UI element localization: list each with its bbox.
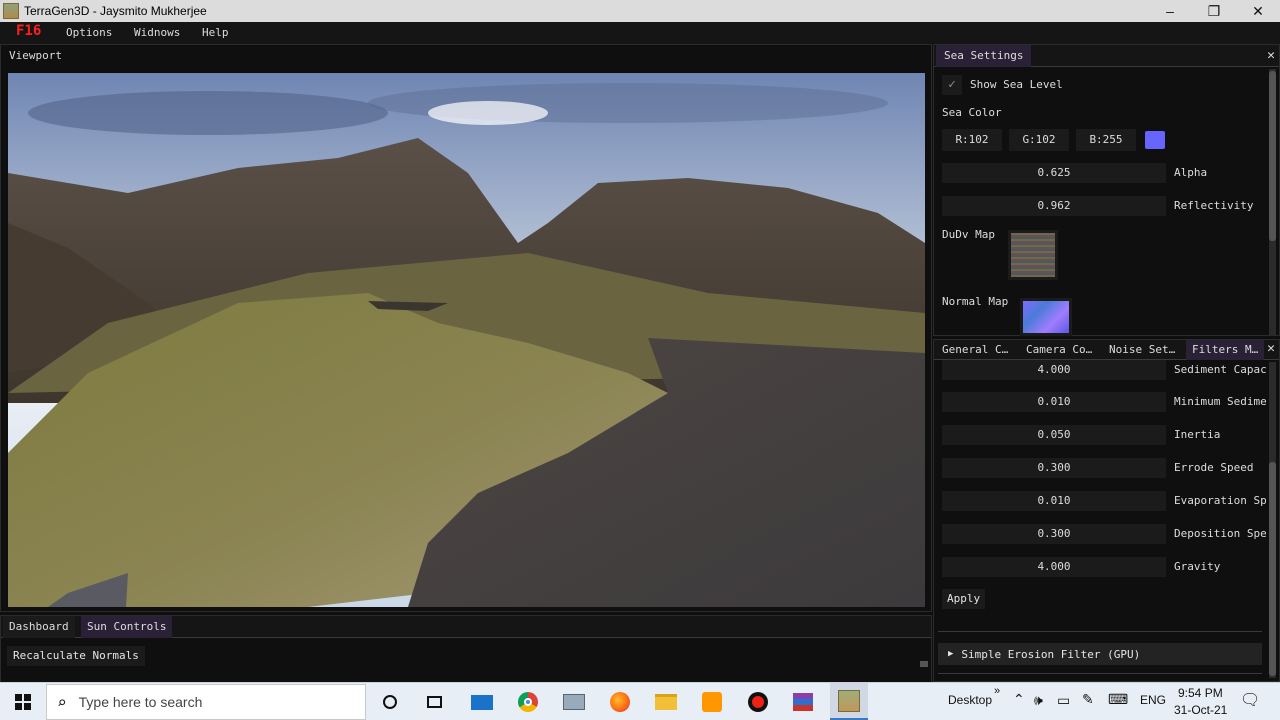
task-view-icon[interactable] bbox=[421, 689, 447, 715]
deposition-speed-label: Deposition Spe bbox=[1174, 527, 1266, 540]
resize-grip[interactable] bbox=[920, 661, 928, 667]
dudv-map-image[interactable] bbox=[1008, 230, 1058, 280]
alpha-label: Alpha bbox=[1174, 166, 1208, 179]
sea-color-b[interactable]: B:255 bbox=[1076, 129, 1136, 151]
gravity-slider[interactable]: 4.000 bbox=[942, 557, 1166, 577]
start-button[interactable] bbox=[8, 689, 38, 715]
terragen3d-taskbar-icon[interactable] bbox=[830, 683, 868, 720]
sediment-capacity-label: Sediment Capac bbox=[1174, 363, 1266, 376]
minimum-sediment-label: Minimum Sedime bbox=[1174, 395, 1266, 408]
tab-camera-controls[interactable]: Camera Co… bbox=[1020, 340, 1098, 360]
clock-time[interactable]: 9:54 PM bbox=[1178, 686, 1223, 700]
winrar-icon[interactable] bbox=[790, 689, 816, 715]
normal-map-label: Normal Map bbox=[942, 295, 1009, 308]
toolbar-chevron-icon[interactable]: » bbox=[994, 685, 1000, 697]
sea-color-swatch[interactable] bbox=[1145, 131, 1165, 149]
menu-help[interactable]: Help bbox=[202, 26, 229, 39]
restore-button[interactable]: ❐ bbox=[1192, 0, 1236, 22]
volume-icon[interactable]: 🕪 bbox=[1034, 692, 1043, 709]
menu-windows[interactable]: Widnows bbox=[134, 26, 180, 39]
computer-icon[interactable] bbox=[561, 689, 587, 715]
show-sea-level-checkbox[interactable]: ✓ bbox=[942, 75, 962, 95]
tab-filters-manager[interactable]: Filters M… bbox=[1186, 340, 1265, 360]
normal-map-image[interactable] bbox=[1020, 298, 1072, 336]
recalculate-normals-button[interactable]: Recalculate Normals bbox=[7, 646, 145, 666]
dudv-map-label: DuDv Map bbox=[942, 228, 995, 241]
reflectivity-label: Reflectivity bbox=[1174, 199, 1254, 212]
file-explorer-icon[interactable] bbox=[653, 689, 679, 715]
filters-panel: General C… Camera Co… Noise Set… Filters… bbox=[933, 339, 1280, 682]
firefox-icon[interactable] bbox=[607, 689, 633, 715]
title-bar: TerraGen3D - Jaysmito Mukherjee – ❐ ✕ bbox=[0, 0, 1280, 22]
close-icon[interactable]: ✕ bbox=[1267, 341, 1275, 356]
alpha-slider[interactable]: 0.625 bbox=[942, 163, 1166, 183]
dashboard-panel: Dashboard Sun Controls Recalculate Norma… bbox=[0, 615, 932, 683]
chevron-up-icon[interactable]: ⌃ bbox=[1013, 691, 1025, 708]
sea-settings-panel: Sea Settings ✕ ✓ Show Sea Level Sea Colo… bbox=[933, 44, 1280, 336]
notification-icon[interactable]: 🗨 bbox=[1240, 690, 1260, 710]
search-placeholder: Type here to search bbox=[78, 694, 203, 710]
menu-options[interactable]: Options bbox=[66, 26, 112, 39]
tab-general-controls[interactable]: General C… bbox=[936, 340, 1014, 360]
show-sea-level-label: Show Sea Level bbox=[970, 78, 1063, 91]
menu-bar: F16 Options Widnows Help bbox=[0, 22, 1280, 44]
sublime-text-icon[interactable] bbox=[699, 689, 725, 715]
sea-settings-scrollbar[interactable] bbox=[1269, 69, 1276, 335]
filters-content: 4.000 Sediment Capac 0.010 Minimum Sedim… bbox=[934, 360, 1266, 682]
sea-color-r[interactable]: R:102 bbox=[942, 129, 1002, 151]
sediment-capacity-slider[interactable]: 4.000 bbox=[942, 360, 1166, 380]
close-button[interactable]: ✕ bbox=[1236, 0, 1280, 22]
cortana-icon[interactable] bbox=[377, 689, 403, 715]
simple-erosion-filter-header[interactable]: ▶ Simple Erosion Filter (GPU) bbox=[938, 643, 1262, 665]
tab-viewport[interactable]: Viewport bbox=[3, 45, 68, 67]
taskbar-search-box[interactable]: ⌕ Type here to search bbox=[46, 684, 366, 720]
evaporation-speed-label: Evaporation Sp bbox=[1174, 494, 1266, 507]
tab-sun-controls[interactable]: Sun Controls bbox=[81, 616, 173, 638]
tab-sea-settings[interactable]: Sea Settings bbox=[936, 45, 1032, 67]
terrain-viewport[interactable] bbox=[8, 73, 925, 607]
minimum-sediment-slider[interactable]: 0.010 bbox=[942, 392, 1166, 412]
clock-date[interactable]: 31-Oct-21 bbox=[1174, 703, 1227, 717]
filters-scrollbar[interactable] bbox=[1269, 362, 1276, 678]
viewport-panel: Viewport bbox=[0, 44, 932, 612]
inertia-label: Inertia bbox=[1174, 428, 1221, 441]
window-title: TerraGen3D - Jaysmito Mukherjee bbox=[24, 4, 207, 18]
deposition-speed-slider[interactable]: 0.300 bbox=[942, 524, 1166, 544]
network-icon[interactable]: ▭ bbox=[1057, 692, 1070, 709]
simple-erosion-filter-label: Simple Erosion Filter (GPU) bbox=[961, 647, 1141, 661]
sea-color-g[interactable]: G:102 bbox=[1009, 129, 1069, 151]
errode-speed-slider[interactable]: 0.300 bbox=[942, 458, 1166, 478]
triangle-right-icon: ▶ bbox=[948, 649, 954, 659]
chrome-icon[interactable] bbox=[515, 689, 541, 715]
search-icon: ⌕ bbox=[57, 692, 67, 712]
fps-counter: F16 bbox=[16, 23, 42, 39]
mail-icon[interactable] bbox=[469, 689, 495, 715]
apply-button[interactable]: Apply bbox=[942, 589, 986, 609]
minimize-button[interactable]: – bbox=[1148, 0, 1192, 22]
desktop-toolbar-label[interactable]: Desktop bbox=[948, 693, 992, 707]
close-icon[interactable]: ✕ bbox=[1267, 48, 1275, 63]
record-icon[interactable] bbox=[745, 689, 771, 715]
terrain-render bbox=[8, 73, 925, 607]
errode-speed-label: Errode Speed bbox=[1174, 461, 1254, 474]
tab-noise-settings[interactable]: Noise Set… bbox=[1103, 340, 1181, 360]
pen-icon[interactable]: ✎ bbox=[1082, 691, 1094, 708]
app-icon bbox=[3, 3, 19, 19]
divider bbox=[938, 673, 1262, 674]
keyboard-icon[interactable]: ⌨ bbox=[1108, 691, 1128, 708]
windows-taskbar: ⌕ Type here to search Desktop » ⌃ 🕪 ▭ ✎ … bbox=[0, 682, 1280, 720]
evaporation-speed-slider[interactable]: 0.010 bbox=[942, 491, 1166, 511]
reflectivity-slider[interactable]: 0.962 bbox=[942, 196, 1166, 216]
gravity-label: Gravity bbox=[1174, 560, 1221, 573]
divider bbox=[938, 631, 1262, 632]
inertia-slider[interactable]: 0.050 bbox=[942, 425, 1166, 445]
language-indicator[interactable]: ENG bbox=[1140, 693, 1166, 707]
tab-dashboard[interactable]: Dashboard bbox=[3, 616, 75, 638]
sea-color-label: Sea Color bbox=[942, 106, 1002, 119]
